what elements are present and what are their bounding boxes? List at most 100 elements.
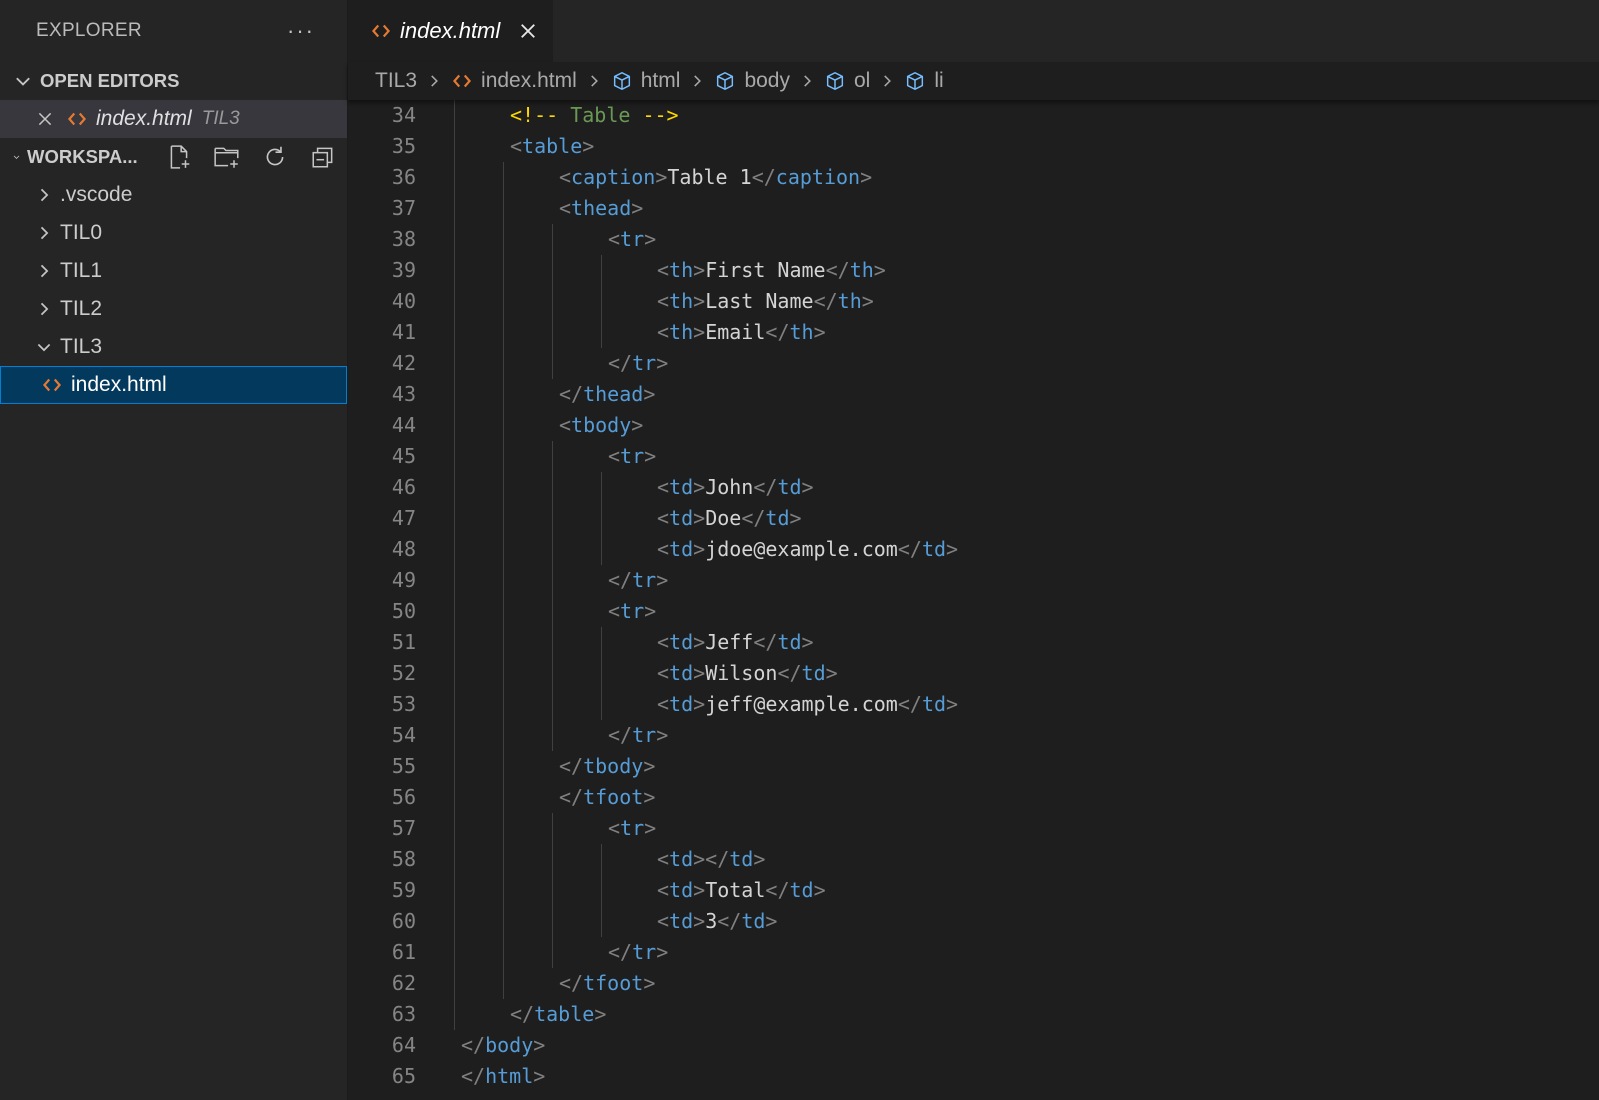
code-text: </tbody> <box>559 751 655 782</box>
breadcrumb-folder[interactable]: TIL3 <box>375 69 417 93</box>
code-token: td <box>921 537 947 561</box>
workspace-section[interactable]: WORKSPA... <box>0 138 347 176</box>
breadcrumb-symbol-label: ol <box>853 69 871 92</box>
code-token: Table <box>570 103 631 127</box>
code-token: < <box>657 475 670 499</box>
breadcrumb-file[interactable]: index.html <box>451 69 577 93</box>
tab-index-html[interactable]: index.html <box>348 0 553 62</box>
line-number: 38 <box>391 227 416 251</box>
code-token: </ <box>608 351 633 375</box>
explorer-header: EXPLORER ··· <box>0 0 347 62</box>
new-folder-icon <box>214 147 239 168</box>
code-token: > <box>644 816 657 840</box>
code-token: < <box>608 599 621 623</box>
code-token: > <box>656 568 669 592</box>
open-editors-section[interactable]: OPEN EDITORS <box>0 62 347 100</box>
code-token: </ <box>608 723 633 747</box>
code-token: < <box>559 196 572 220</box>
code-token: </ <box>608 568 633 592</box>
code-token: > <box>693 506 706 530</box>
code-token: > <box>693 289 706 313</box>
code-token: html <box>485 1064 534 1088</box>
more-actions-icon[interactable]: ··· <box>287 18 315 44</box>
code-token: > <box>644 599 657 623</box>
code-token: </ <box>813 289 838 313</box>
code-token: </ <box>751 165 776 189</box>
symbol-cube-icon <box>717 72 734 90</box>
code-token: > <box>656 723 669 747</box>
code-token: </ <box>765 878 790 902</box>
code-text: </html> <box>461 1061 545 1092</box>
open-editor-item[interactable]: index.html TIL3 <box>0 100 347 138</box>
close-icon[interactable] <box>518 21 538 41</box>
tree-folder-vscode[interactable]: .vscode <box>0 176 347 214</box>
code-token: Jeff <box>705 630 754 654</box>
line-number: 39 <box>391 258 416 282</box>
chevron-right-icon <box>694 75 702 87</box>
code-token: < <box>657 909 670 933</box>
code-text: <table> <box>510 131 594 162</box>
code-token: > <box>813 878 826 902</box>
code-token: table <box>522 134 583 158</box>
code-token: table <box>534 1002 595 1026</box>
line-number: 46 <box>391 475 416 499</box>
breadcrumb-symbol-li[interactable]: li <box>904 69 944 93</box>
collapse-all-button[interactable] <box>299 140 347 174</box>
code-token: td <box>765 506 790 530</box>
refresh-button[interactable] <box>251 140 299 174</box>
code-token: > <box>765 909 778 933</box>
tree-folder-til0[interactable]: TIL0 <box>0 214 347 252</box>
code-editor[interactable]: 34 <!-- Table --> 35 <table> 36 <caption>Tabl… <box>348 100 1599 1100</box>
code-text: <th>Last Name</th> <box>657 286 874 317</box>
line-number: 64 <box>391 1033 416 1057</box>
code-text: <td>Total</td> <box>657 875 826 906</box>
breadcrumb-symbol-ol[interactable]: ol <box>824 69 870 93</box>
new-folder-button[interactable] <box>203 140 251 174</box>
chevron-right-icon <box>431 75 438 87</box>
breadcrumb-symbol-html[interactable]: html <box>611 69 680 93</box>
code-text: </tfoot> <box>559 782 655 813</box>
tree-file-index-html[interactable]: index.html <box>0 366 347 404</box>
code-text: </table> <box>510 999 606 1030</box>
workspace-actions <box>155 140 347 174</box>
chevron-right-icon <box>590 75 598 87</box>
new-file-icon <box>170 145 190 169</box>
code-token: </ <box>825 258 850 282</box>
code-text: </tr> <box>608 565 668 596</box>
line-number: 53 <box>391 692 416 716</box>
tree-folder-til2[interactable]: TIL2 <box>0 290 347 328</box>
code-token: < <box>657 630 670 654</box>
code-token: > <box>801 630 814 654</box>
code-token: jdoe@example.com <box>705 537 898 561</box>
tree-folder-til1[interactable]: TIL1 <box>0 252 347 290</box>
code-token: </ <box>765 320 790 344</box>
code-text: </tr> <box>608 720 668 751</box>
code-text: <tr> <box>608 596 656 627</box>
code-token: < <box>657 320 670 344</box>
code-token: body <box>485 1033 534 1057</box>
code-token: Last Name <box>705 289 814 313</box>
html-file-icon <box>42 378 62 392</box>
code-token: > <box>873 258 886 282</box>
breadcrumb-symbol-body[interactable]: body <box>714 69 790 93</box>
symbol-cube-icon <box>826 72 844 90</box>
html-file-icon <box>371 24 391 38</box>
tree-folder-til3[interactable]: TIL3 <box>0 328 347 366</box>
code-token: tr <box>620 599 645 623</box>
chevron-right-icon <box>40 264 49 278</box>
code-token: < <box>657 692 670 716</box>
code-token: </ <box>461 1064 486 1088</box>
line-number: 40 <box>391 289 416 313</box>
breadcrumb-file-label: index.html <box>481 69 577 92</box>
new-file-button[interactable] <box>155 140 203 174</box>
line-number: 61 <box>391 940 416 964</box>
code-text: <caption>Table 1</caption> <box>559 162 872 193</box>
code-token: > <box>801 475 814 499</box>
chevron-right-icon <box>804 75 811 87</box>
close-icon[interactable] <box>36 110 54 128</box>
code-text: <td>John</td> <box>657 472 814 503</box>
breadcrumb-symbol-label: li <box>934 69 944 92</box>
code-token: td <box>921 692 947 716</box>
html-file-icon <box>67 112 87 126</box>
code-token: tr <box>632 351 657 375</box>
